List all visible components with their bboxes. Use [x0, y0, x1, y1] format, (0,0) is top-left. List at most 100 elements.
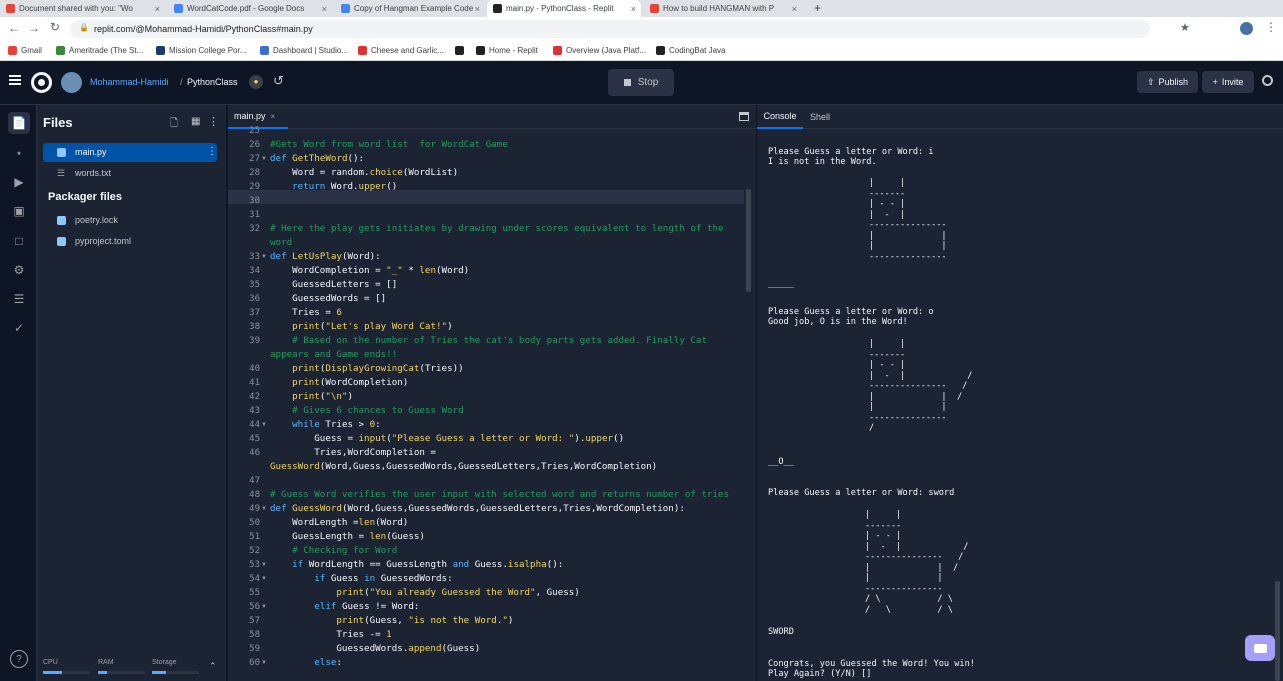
bookmark-item[interactable]: Gmail — [8, 46, 42, 55]
history-icon[interactable]: ↺ — [273, 73, 284, 89]
checkmark-icon[interactable]: ✓ — [8, 317, 30, 339]
upload-icon: ⇧ — [1146, 76, 1155, 87]
tab-favicon-icon — [6, 4, 15, 13]
file-menu-icon[interactable]: ⋮ — [207, 146, 217, 157]
file-item-poetry-lock[interactable]: poetry.lock — [43, 211, 217, 230]
bookmark-label: CodingBat Java — [669, 46, 726, 55]
bookmark-item[interactable]: Dashboard | Studio... — [260, 46, 348, 55]
close-tab-icon[interactable]: × — [322, 4, 327, 14]
code-line: # Based on the number of Tries the cat's… — [292, 335, 707, 346]
console-line: I is not in the Word. — [768, 157, 877, 167]
debugger-icon[interactable]: ▶ — [8, 171, 30, 193]
secrets-lock-icon[interactable]: □ — [8, 230, 30, 252]
code-line: GuessLength = len(Guess) — [270, 531, 425, 542]
browser-tab[interactable]: WordCatCode.pdf - Google Docs × — [168, 0, 332, 17]
tab-shell[interactable]: Shell — [804, 105, 836, 129]
bookmark-favicon-icon — [260, 46, 269, 55]
browser-menu-icon[interactable]: ⋮ — [1265, 20, 1277, 34]
console-line: Please Guess a letter or Word: o — [768, 307, 934, 317]
profile-avatar[interactable] — [1240, 22, 1253, 35]
cat-ascii-art: | | ------- | - - | | - | --------------… — [869, 178, 947, 262]
bookmarks-bar: Gmail Ameritrade (The St... Mission Colleg… — [0, 41, 1283, 61]
stop-icon — [623, 79, 631, 86]
bookmark-item[interactable] — [455, 46, 464, 55]
console-line: Congrats, you Guessed the Word! You win! — [768, 659, 975, 669]
code-line: else: — [314, 657, 342, 668]
url-input[interactable]: 🔒 replit.com/@Mohammad-Hamidi/PythonClas… — [70, 20, 1150, 38]
cpu-label: CPU — [43, 659, 58, 666]
tab-label: Shell — [809, 112, 830, 122]
python-file-icon — [57, 216, 66, 225]
publish-button[interactable]: ⇧ Publish — [1137, 71, 1198, 93]
storage-meter — [152, 671, 199, 674]
tab-title: main.py - PythonClass - Replit — [506, 4, 614, 13]
repl-name[interactable]: PythonClass — [187, 77, 238, 87]
bookmark-item[interactable]: Home - Replit — [476, 46, 538, 55]
tab-title: How to build HANGMAN with P — [663, 4, 775, 13]
file-item-words-txt[interactable]: ☰ words.txt — [43, 164, 217, 183]
tab-console[interactable]: Console — [757, 105, 803, 129]
stop-button[interactable]: Stop — [608, 69, 674, 96]
close-tab-icon[interactable]: × — [631, 4, 636, 14]
resources-bar[interactable]: CPU RAM Storage ⌃ — [37, 654, 226, 681]
code-line: WordCompletion = "_" * len(Word) — [270, 265, 470, 276]
replit-logo-icon[interactable] — [31, 72, 52, 93]
back-icon[interactable]: ← — [8, 21, 20, 35]
files-tool-icon[interactable]: 📄 — [8, 112, 30, 134]
settings-gear-icon[interactable]: ⚙ — [8, 259, 30, 281]
bookmark-item[interactable]: Overview (Java Platf... — [553, 46, 646, 55]
code-area[interactable]: #Gets Word from word list for WordCat Ga… — [228, 129, 744, 681]
new-tab-button[interactable]: + — [814, 1, 821, 15]
ram-meter — [98, 671, 145, 674]
console-output[interactable]: Please Guess a letter or Word: i I is no… — [757, 129, 1277, 681]
new-folder-icon[interactable]: ▦ — [191, 116, 200, 127]
extensions-icon[interactable]: ★ — [1180, 21, 1190, 34]
code-line: print(Guess, "is not the Word.") — [336, 615, 514, 626]
git-icon[interactable]: ⋆ — [8, 142, 30, 164]
bookmark-item[interactable]: Cheese and Garlic... — [358, 46, 444, 55]
files-menu-icon[interactable]: ⋮ — [208, 115, 219, 128]
browser-tab[interactable]: Copy of Hangman Example Code × — [335, 0, 485, 17]
tab-title: WordCatCode.pdf - Google Docs — [187, 4, 305, 13]
file-item-main-py[interactable]: main.py ⋮ — [43, 143, 217, 162]
editor-layout-icon[interactable] — [739, 112, 749, 121]
bookmark-item[interactable]: CodingBat Java — [656, 46, 725, 55]
reload-icon[interactable]: ↻ — [50, 20, 60, 34]
bookmark-favicon-icon — [8, 46, 17, 55]
search-icon[interactable] — [1262, 75, 1273, 86]
user-link[interactable]: Mohammad-Hamidi — [90, 77, 169, 87]
code-line: GuessWord(Word,Guess,GuessedWords,Guesse… — [270, 461, 658, 472]
user-avatar[interactable] — [61, 72, 82, 93]
editor-scrollbar[interactable] — [746, 189, 751, 292]
code-line: Word = random.choice(WordList) — [270, 167, 459, 178]
code-line: # Here the play gets initiates by drawin… — [270, 223, 724, 234]
console-scrollbar[interactable] — [1275, 581, 1280, 681]
help-icon[interactable]: ? — [10, 650, 28, 668]
database-icon[interactable]: ☰ — [8, 288, 30, 310]
invite-button[interactable]: + Invite — [1202, 71, 1254, 93]
forward-icon[interactable]: → — [28, 21, 40, 35]
packages-icon[interactable]: ▣ — [8, 200, 30, 222]
browser-tab[interactable]: main.py - PythonClass - Replit × — [487, 0, 641, 17]
chat-button[interactable] — [1245, 635, 1275, 661]
bookmark-item[interactable]: Ameritrade (The St... — [56, 46, 143, 55]
chevron-up-icon[interactable]: ⌃ — [209, 661, 217, 672]
file-item-pyproject-toml[interactable]: pyproject.toml — [43, 232, 217, 251]
browser-tab[interactable]: Document shared with you: "Wo × — [0, 0, 165, 17]
bookmark-label: Mission College Por... — [169, 46, 247, 55]
code-line: return Word.upper() — [292, 181, 398, 192]
bookmark-item[interactable]: Mission College Por... — [156, 46, 246, 55]
file-label: poetry.lock — [75, 215, 118, 225]
close-tab-icon[interactable]: × — [792, 4, 797, 14]
close-icon[interactable]: × — [271, 112, 276, 121]
hamburger-icon[interactable] — [9, 75, 21, 85]
close-tab-icon[interactable]: × — [155, 4, 160, 14]
code-line: print("You already Guessed the Word", Gu… — [336, 587, 580, 598]
code-line: # Checking for Word — [292, 545, 398, 556]
new-file-icon[interactable]: 🗋 — [170, 116, 178, 133]
code-line: print(DisplayGrowingCat(Tries)) — [292, 363, 464, 374]
lock-icon: 🔒 — [79, 23, 89, 32]
close-tab-icon[interactable]: × — [475, 4, 480, 14]
browser-tab[interactable]: How to build HANGMAN with P × — [644, 0, 802, 17]
file-label: main.py — [75, 147, 107, 157]
